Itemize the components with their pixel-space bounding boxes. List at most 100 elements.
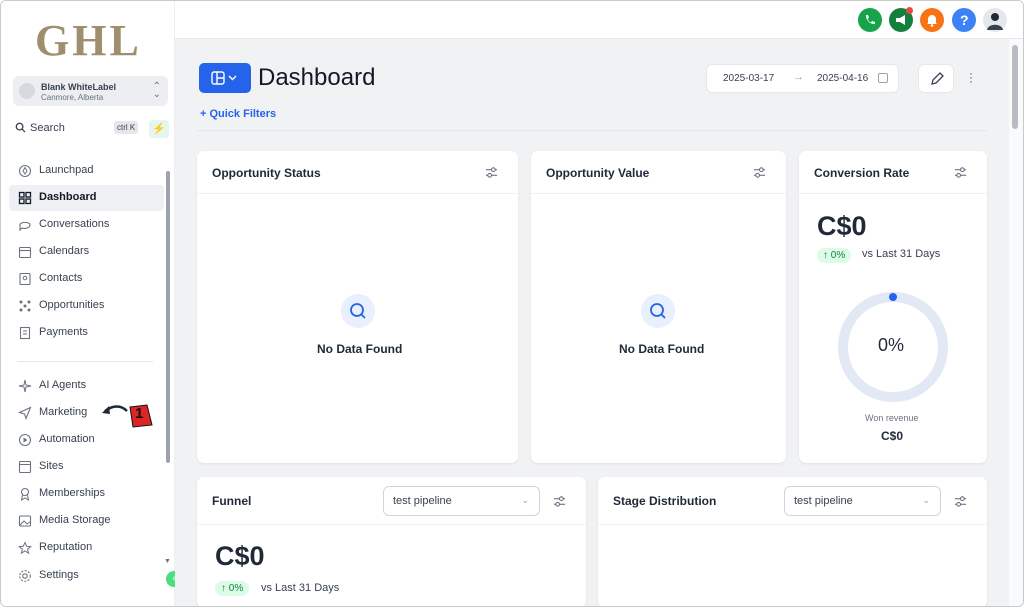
filter-settings-icon[interactable]	[553, 495, 566, 508]
sidebar-item-label: Opportunities	[39, 299, 105, 311]
sidebar-item-memberships[interactable]: Memberships	[9, 481, 164, 507]
pipeline-value: test pipeline	[794, 495, 853, 507]
gear-icon	[19, 570, 31, 582]
user-icon	[987, 13, 1003, 30]
phone-icon	[865, 15, 875, 25]
sidebar-item-label: AI Agents	[39, 379, 87, 391]
date-range-picker[interactable]: 2025-03-17 → 2025-04-16	[706, 64, 899, 93]
more-vertical-icon: · · ·	[969, 66, 973, 88]
dashboard-switcher-button[interactable]	[199, 63, 251, 93]
star-icon	[18, 541, 32, 555]
notification-dot	[906, 7, 913, 14]
rocket-icon	[18, 164, 32, 178]
user-avatar[interactable]	[983, 8, 1007, 32]
sidebar-item-calendars[interactable]: Calendars	[9, 239, 164, 265]
search-input[interactable]: Search ctrl K	[13, 120, 143, 138]
location-icon	[19, 83, 35, 99]
send-icon	[18, 406, 32, 420]
search-label: Search	[30, 122, 65, 134]
funnel-value: C$0	[215, 541, 265, 571]
account-name: Blank WhiteLabel	[41, 82, 117, 92]
card-title: Opportunity Value	[546, 166, 650, 180]
phone-button[interactable]	[858, 8, 882, 32]
filter-settings-icon[interactable]	[485, 166, 498, 179]
sidebar-item-label: Dashboard	[39, 191, 97, 203]
sidebar-item-launchpad[interactable]: Launchpad	[9, 158, 164, 184]
sidebar-item-dashboard[interactable]: Dashboard	[9, 185, 164, 211]
sidebar-item-ai-agents[interactable]: AI Agents	[9, 373, 164, 399]
sidebar-item-conversations[interactable]: Conversations	[9, 212, 164, 238]
payments-icon	[19, 326, 31, 340]
sparkle-icon	[18, 379, 32, 393]
search-shortcut: ctrl K	[114, 121, 139, 134]
sidebar-item-label: Sites	[39, 460, 64, 472]
header-divider	[197, 130, 987, 131]
bell-icon	[927, 15, 937, 27]
annotation-arrowhead	[102, 406, 110, 414]
sidebar-item-label: Automation	[39, 433, 95, 445]
scroll-down-arrow[interactable]: ▼	[164, 558, 171, 565]
date-end: 2025-04-16	[817, 73, 869, 84]
sidebar-item-label: Settings	[39, 569, 79, 581]
sidebar-item-payments[interactable]: Payments	[9, 320, 164, 346]
sidebar-item-label: Media Storage	[39, 514, 111, 526]
card-title: Opportunity Status	[212, 166, 321, 180]
sidebar-scrollbar[interactable]	[166, 171, 170, 463]
sidebar-item-label: Memberships	[39, 487, 106, 499]
sidebar-item-opportunities[interactable]: Opportunities	[9, 293, 164, 319]
filter-settings-icon[interactable]	[954, 166, 967, 179]
comparison-text: vs Last 31 Days	[862, 248, 941, 260]
gauge-percent: 0%	[878, 335, 905, 355]
card-title: Stage Distribution	[613, 494, 717, 508]
contacts-icon	[19, 272, 31, 286]
image-icon	[18, 515, 32, 527]
conversion-rate-card: Conversion Rate C$0 ↑ 0% vs Last 31 Days…	[799, 151, 987, 463]
funnel-card: Funnel test pipeline ⌄ C$0 ↑ 0% vs Last …	[197, 477, 586, 606]
filter-settings-icon[interactable]	[753, 166, 766, 179]
bolt-icon: ⚡	[152, 123, 166, 135]
pencil-icon	[931, 72, 944, 85]
more-options-button[interactable]: · · ·	[967, 67, 975, 87]
top-bar: ?	[175, 1, 1023, 39]
sidebar-item-reputation[interactable]: Reputation	[9, 535, 164, 561]
annotation-number: 1	[135, 405, 144, 422]
stage-pipeline-select[interactable]: test pipeline ⌄	[784, 486, 941, 516]
change-badge: ↑ 0%	[817, 248, 852, 263]
sidebar-item-settings[interactable]: Settings	[9, 563, 164, 589]
quick-action-button[interactable]: ⚡	[149, 120, 169, 138]
sidebar-item-label: Launchpad	[39, 164, 94, 176]
step-annotation: 1	[97, 397, 157, 436]
won-revenue-label: Won revenue	[865, 413, 919, 423]
quick-filters-button[interactable]: + Quick Filters	[200, 108, 276, 120]
edit-dashboard-button[interactable]	[918, 64, 954, 93]
opportunities-icon	[19, 300, 31, 312]
pipeline-value: test pipeline	[393, 495, 452, 507]
chevron-updown-icon: ⌃ ⌄	[152, 81, 161, 100]
page-scrollbar-thumb[interactable]	[1012, 45, 1018, 129]
sidebar-item-sites[interactable]: Sites	[9, 454, 164, 480]
notifications-button[interactable]	[920, 8, 944, 32]
sidebar-item-label: Calendars	[39, 245, 90, 257]
sidebar-item-label: Contacts	[39, 272, 83, 284]
card-title: Funnel	[212, 494, 252, 508]
sidebar-item-label: Marketing	[39, 406, 88, 418]
date-start: 2025-03-17	[723, 73, 775, 84]
membership-icon	[20, 487, 30, 501]
sidebar-item-media-storage[interactable]: Media Storage	[9, 508, 164, 534]
no-data-search-icon	[341, 294, 375, 328]
won-revenue-value: C$0	[881, 429, 904, 443]
opportunity-value-card: Opportunity Value No Data Found	[531, 151, 786, 463]
help-button[interactable]: ?	[952, 8, 976, 32]
page-title: Dashboard	[258, 64, 376, 91]
filter-settings-icon[interactable]	[954, 495, 967, 508]
grid-icon	[18, 191, 32, 205]
no-data-text: No Data Found	[619, 342, 705, 356]
calendar-icon	[878, 73, 888, 83]
sidebar-item-label: Conversations	[39, 218, 110, 230]
announcements-button[interactable]	[889, 7, 913, 32]
automation-icon	[18, 433, 32, 447]
chat-icon	[19, 221, 31, 232]
funnel-pipeline-select[interactable]: test pipeline ⌄	[383, 486, 540, 516]
account-switcher[interactable]: Blank WhiteLabel Canmore, Alberta ⌃ ⌄	[13, 76, 168, 106]
sidebar-item-contacts[interactable]: Contacts	[9, 266, 164, 292]
